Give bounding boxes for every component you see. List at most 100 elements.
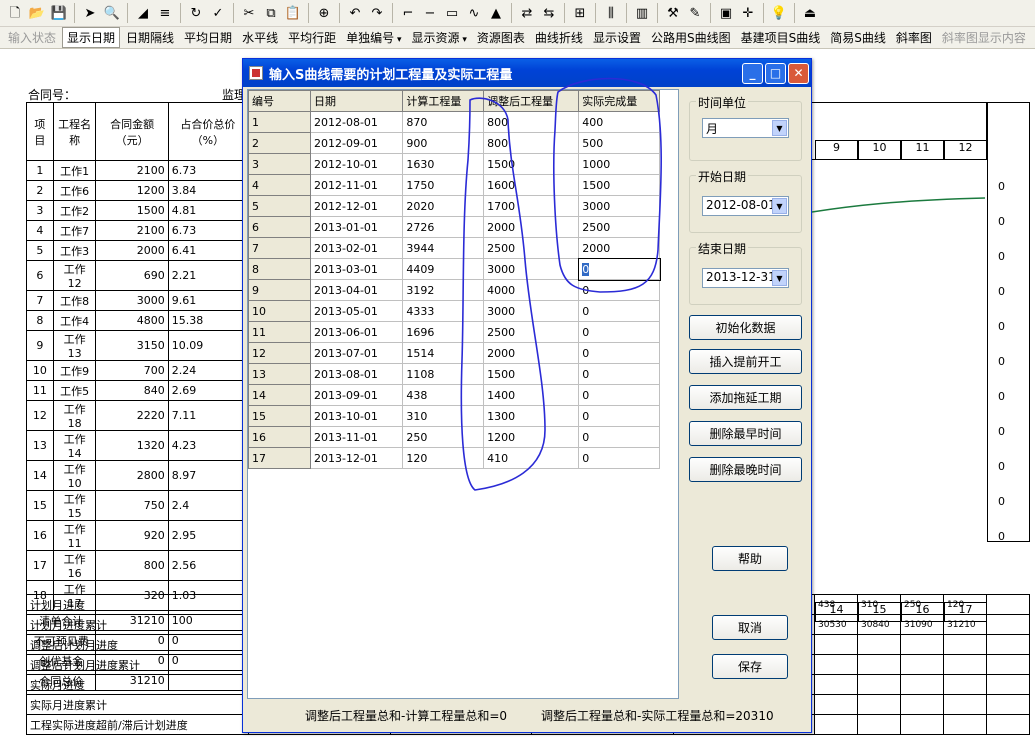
grid-cell-adj[interactable]: 1200 xyxy=(483,426,580,448)
chevron-down-icon[interactable]: ▼ xyxy=(772,270,787,286)
grid-cell-date[interactable]: 2013-03-01 xyxy=(309,258,404,280)
grid-cell-calc[interactable]: 438 xyxy=(402,384,485,406)
toolbar-item[interactable]: 公路用S曲线图 xyxy=(647,28,735,47)
save-button[interactable]: 保存 xyxy=(712,654,788,679)
grid-cell-adj[interactable]: 4000 xyxy=(483,279,580,301)
bar-chart-icon[interactable]: ▥ xyxy=(633,4,651,22)
start-date-picker[interactable]: 2012-08-01 ▼ xyxy=(702,196,789,216)
grid-cell-adj[interactable]: 3000 xyxy=(483,258,580,280)
maximize-icon[interactable]: □ xyxy=(765,62,786,84)
refresh-icon[interactable]: ↻ xyxy=(187,4,205,22)
grid-cell-actual[interactable]: 400 xyxy=(578,111,660,133)
grid-cell-actual[interactable]: 3000 xyxy=(578,195,660,217)
grid-cell-adj[interactable]: 2000 xyxy=(483,342,580,364)
export-icon[interactable]: ➤ xyxy=(81,4,99,22)
grid-cell-date[interactable]: 2013-09-01 xyxy=(309,384,404,406)
toolbar-item[interactable]: 平均行距 xyxy=(284,28,340,47)
grid-cell-calc[interactable]: 310 xyxy=(402,405,485,427)
grid-cell-calc[interactable]: 4333 xyxy=(402,300,485,322)
grid-cell-actual[interactable]: 2500 xyxy=(578,216,660,238)
help-button[interactable]: 帮助 xyxy=(712,546,788,571)
grid-cell-actual[interactable]: 0 xyxy=(578,426,660,448)
check-icon[interactable]: ✓ xyxy=(209,4,227,22)
grid-cell-date[interactable]: 2013-11-01 xyxy=(309,426,404,448)
grid-cell-date[interactable]: 2012-11-01 xyxy=(309,174,404,196)
print-preview-icon[interactable]: 🔍 xyxy=(103,4,121,22)
toolbar-item[interactable]: 基建项目S曲线 xyxy=(737,28,825,47)
row-header[interactable]: 8 xyxy=(248,258,311,280)
toolbar-item[interactable]: 日期隔线 xyxy=(122,28,178,47)
grid-cell-date[interactable]: 2013-04-01 xyxy=(309,279,404,301)
grid-cell-date[interactable]: 2013-01-01 xyxy=(309,216,404,238)
selected-cell-value[interactable]: 0 xyxy=(582,262,590,276)
exit-icon[interactable]: ⏏ xyxy=(801,4,819,22)
column-icon[interactable]: ⫼ xyxy=(602,4,620,22)
grid-cell-adj[interactable]: 800 xyxy=(483,111,580,133)
delete-earliest-button[interactable]: 删除最早时间 xyxy=(689,421,802,446)
grid-cell-calc[interactable]: 3192 xyxy=(402,279,485,301)
grid-cell-adj[interactable]: 1300 xyxy=(483,405,580,427)
open-folder-icon[interactable]: 📂 xyxy=(28,4,46,22)
grid-cell-date[interactable]: 2013-07-01 xyxy=(309,342,404,364)
grid-cell-actual[interactable]: 1000 xyxy=(578,153,660,175)
bars-icon[interactable]: ≡ xyxy=(156,4,174,22)
grid-cell-date[interactable]: 2013-12-01 xyxy=(309,447,404,469)
cross-icon[interactable]: ✛ xyxy=(739,4,757,22)
grid-cell-actual[interactable]: 0 xyxy=(578,363,660,385)
grid-cell-calc[interactable]: 900 xyxy=(402,132,485,154)
grid-cell-actual[interactable]: 500 xyxy=(578,132,660,154)
grid-cell-calc[interactable]: 1696 xyxy=(402,321,485,343)
grid-cell-actual[interactable]: 0 xyxy=(578,300,660,322)
row-header[interactable]: 4 xyxy=(248,174,311,196)
grid-cell-calc[interactable]: 870 xyxy=(402,111,485,133)
new-file-icon[interactable]: 🗋 xyxy=(6,4,24,22)
row-header[interactable]: 11 xyxy=(248,321,311,343)
grid-cell-date[interactable]: 2013-10-01 xyxy=(309,405,404,427)
minus-red-icon[interactable]: − xyxy=(421,4,439,22)
pen-icon[interactable]: ✎ xyxy=(686,4,704,22)
binoculars-icon[interactable]: ⊕ xyxy=(315,4,333,22)
chart-icon[interactable]: ⊞ xyxy=(571,4,589,22)
grid-cell-adj[interactable]: 3000 xyxy=(483,300,580,322)
grid-cell-adj[interactable]: 2500 xyxy=(483,321,580,343)
row-header[interactable]: 10 xyxy=(248,300,311,322)
column-header[interactable]: 调整后工程量 xyxy=(483,90,580,112)
insert-early-start-button[interactable]: 插入提前开工 xyxy=(689,349,802,374)
toolbar-item[interactable]: 显示资源 xyxy=(408,28,471,47)
row-header[interactable]: 6 xyxy=(248,216,311,238)
grid-cell-actual[interactable]: 1500 xyxy=(578,174,660,196)
grid-cell-calc[interactable]: 1514 xyxy=(402,342,485,364)
toolbar-item[interactable]: 显示设置 xyxy=(589,28,645,47)
column-header[interactable]: 实际完成量 xyxy=(578,90,660,112)
grid-cell-calc[interactable]: 1750 xyxy=(402,174,485,196)
row-header[interactable]: 1 xyxy=(248,111,311,133)
delete-latest-button[interactable]: 删除最晚时间 xyxy=(689,457,802,482)
save-icon[interactable]: 💾 xyxy=(50,4,68,22)
box-icon[interactable]: ▭ xyxy=(443,4,461,22)
redo-icon[interactable]: ↷ xyxy=(368,4,386,22)
toolbar-item[interactable]: 曲线折线 xyxy=(531,28,587,47)
grid-cell-calc[interactable]: 3944 xyxy=(402,237,485,259)
grid-cell-adj[interactable]: 1400 xyxy=(483,384,580,406)
chevron-down-icon[interactable]: ▼ xyxy=(772,120,787,136)
bulb-icon[interactable]: 💡 xyxy=(770,4,788,22)
minimize-icon[interactable]: _ xyxy=(742,62,763,84)
grid-cell-date[interactable]: 2012-12-01 xyxy=(309,195,404,217)
grid-cell-actual[interactable]: 0 xyxy=(577,257,661,281)
triangle-icon[interactable]: ◢ xyxy=(134,4,152,22)
grid-cell-adj[interactable]: 1500 xyxy=(483,363,580,385)
grid-cell-date[interactable]: 2012-10-01 xyxy=(309,153,404,175)
cancel-button[interactable]: 取消 xyxy=(712,615,788,640)
toolbar-item[interactable]: 简易S曲线 xyxy=(826,28,890,47)
grid-cell-actual[interactable]: 0 xyxy=(578,447,660,469)
column-header[interactable]: 日期 xyxy=(309,90,404,112)
curve-icon[interactable]: ∿ xyxy=(465,4,483,22)
toolbar-item[interactable]: 平均日期 xyxy=(180,28,236,47)
toolbar-item[interactable]: 输入状态 xyxy=(4,28,60,47)
column-header[interactable]: 计算工程量 xyxy=(402,90,485,112)
time-unit-select[interactable]: 月 ▼ xyxy=(702,118,789,138)
row-header[interactable]: 15 xyxy=(248,405,311,427)
grid-cell-actual[interactable]: 0 xyxy=(578,279,660,301)
grid-cell-actual[interactable]: 0 xyxy=(578,342,660,364)
arrows2-icon[interactable]: ⇆ xyxy=(540,4,558,22)
